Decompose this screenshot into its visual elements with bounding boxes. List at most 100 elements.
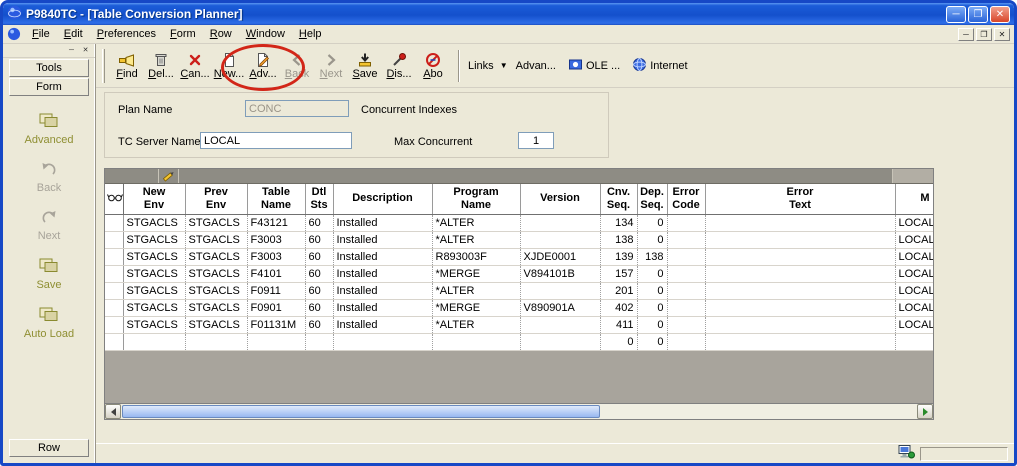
grid-cell[interactable] bbox=[305, 333, 333, 350]
grid-cell[interactable]: 0 bbox=[637, 231, 667, 248]
row-selector[interactable] bbox=[105, 214, 123, 231]
grid-cell[interactable] bbox=[705, 214, 895, 231]
grid-row[interactable]: 00 bbox=[105, 333, 933, 350]
toolbar-button-find[interactable]: Find bbox=[110, 47, 144, 85]
plan-name-field[interactable] bbox=[245, 100, 349, 117]
grid-cell[interactable]: 60 bbox=[305, 299, 333, 316]
grid-cell[interactable] bbox=[705, 231, 895, 248]
maximize-button[interactable]: ❐ bbox=[968, 6, 988, 23]
grid-cell[interactable] bbox=[667, 248, 705, 265]
grid-cell[interactable] bbox=[520, 231, 600, 248]
grid-cell[interactable]: 60 bbox=[305, 214, 333, 231]
max-concurrent-field[interactable] bbox=[518, 132, 554, 149]
grid-cell[interactable]: 0 bbox=[637, 282, 667, 299]
grid-row[interactable]: STGACLSSTGACLSF300360InstalledR893003FXJ… bbox=[105, 248, 933, 265]
grid-cell[interactable] bbox=[667, 214, 705, 231]
grid-cell[interactable]: LOCAL bbox=[895, 248, 933, 265]
link-item-advan[interactable]: Advan... bbox=[516, 60, 556, 72]
horizontal-scrollbar[interactable] bbox=[105, 403, 933, 419]
grid-cell[interactable] bbox=[705, 316, 895, 333]
menu-item-form[interactable]: Form bbox=[163, 26, 203, 42]
grid-cell[interactable]: *ALTER bbox=[432, 282, 520, 299]
grid-cell[interactable]: *ALTER bbox=[432, 214, 520, 231]
menu-item-file[interactable]: File bbox=[25, 26, 57, 42]
grid-cell[interactable]: 60 bbox=[305, 265, 333, 282]
sidebar-item-autoload[interactable]: Auto Load bbox=[24, 307, 74, 340]
grid-cell[interactable] bbox=[667, 316, 705, 333]
grid-cell[interactable]: 0 bbox=[637, 333, 667, 350]
grid-cell[interactable] bbox=[667, 265, 705, 282]
sidebar-item-advanced[interactable]: Advanced bbox=[25, 113, 74, 146]
grid-cell[interactable] bbox=[667, 333, 705, 350]
scrollbar-thumb[interactable] bbox=[122, 405, 600, 418]
row-selector[interactable] bbox=[105, 299, 123, 316]
form-button[interactable]: Form bbox=[9, 78, 89, 96]
row-button[interactable]: Row bbox=[9, 439, 89, 457]
grid-cell[interactable]: STGACLS bbox=[185, 299, 247, 316]
qbe-pencil-icon[interactable] bbox=[159, 169, 179, 183]
grid-row[interactable]: STGACLSSTGACLSF01131M60Installed*ALTER41… bbox=[105, 316, 933, 333]
grid-cell[interactable] bbox=[247, 333, 305, 350]
grid-cell[interactable]: STGACLS bbox=[185, 214, 247, 231]
grid-cell[interactable]: *MERGE bbox=[432, 299, 520, 316]
grid-cell[interactable] bbox=[705, 299, 895, 316]
row-selector[interactable] bbox=[105, 316, 123, 333]
minimize-button[interactable]: ─ bbox=[946, 6, 966, 23]
titlebar[interactable]: P9840TC - [Table Conversion Planner] ─ ❐… bbox=[3, 3, 1014, 25]
row-selector[interactable] bbox=[105, 282, 123, 299]
grid-cell[interactable]: STGACLS bbox=[123, 265, 185, 282]
grid-cell[interactable]: Installed bbox=[333, 282, 432, 299]
grid-cell[interactable]: Installed bbox=[333, 248, 432, 265]
grid-cell[interactable]: LOCAL bbox=[895, 265, 933, 282]
toolbar-button-can[interactable]: Can... bbox=[178, 47, 212, 85]
grid-cell[interactable]: *MERGE bbox=[432, 265, 520, 282]
row-selector[interactable] bbox=[105, 248, 123, 265]
grid-cell[interactable] bbox=[520, 214, 600, 231]
grid-row[interactable]: STGACLSSTGACLSF300360Installed*ALTER1380… bbox=[105, 231, 933, 248]
grid-cell[interactable]: 411 bbox=[600, 316, 637, 333]
grid-cell[interactable]: 60 bbox=[305, 231, 333, 248]
child-minimize-button[interactable]: ─ bbox=[958, 28, 974, 41]
toolbar-button-new[interactable]: New... bbox=[212, 47, 246, 85]
row-selector[interactable] bbox=[105, 231, 123, 248]
grid-cell[interactable]: Installed bbox=[333, 316, 432, 333]
grid-cell[interactable]: F0901 bbox=[247, 299, 305, 316]
grid-cell[interactable]: R893003F bbox=[432, 248, 520, 265]
toolbar-button-del[interactable]: Del... bbox=[144, 47, 178, 85]
grid-cell[interactable] bbox=[667, 299, 705, 316]
grid-cell[interactable]: STGACLS bbox=[185, 265, 247, 282]
panel-close-button[interactable]: ✕ bbox=[79, 45, 92, 56]
row-selector[interactable] bbox=[105, 265, 123, 282]
menu-item-edit[interactable]: Edit bbox=[57, 26, 90, 42]
grid-cell[interactable] bbox=[705, 282, 895, 299]
menu-item-window[interactable]: Window bbox=[239, 26, 292, 42]
grid-cell[interactable] bbox=[185, 333, 247, 350]
toolbar-button-abo[interactable]: Abo bbox=[416, 47, 450, 85]
sidebar-item-save[interactable]: Save bbox=[36, 258, 61, 291]
grid-cell[interactable]: STGACLS bbox=[185, 231, 247, 248]
grid-cell[interactable]: STGACLS bbox=[185, 282, 247, 299]
grid-cell[interactable]: STGACLS bbox=[123, 316, 185, 333]
grid-cell[interactable]: Installed bbox=[333, 214, 432, 231]
links-label[interactable]: Links bbox=[468, 60, 494, 72]
grid-cell[interactable]: F4101 bbox=[247, 265, 305, 282]
grid-cell[interactable]: LOCAL bbox=[895, 214, 933, 231]
grid-cell[interactable]: F3003 bbox=[247, 231, 305, 248]
menu-item-preferences[interactable]: Preferences bbox=[90, 26, 163, 42]
grid-cell[interactable]: 60 bbox=[305, 248, 333, 265]
grid-cell[interactable] bbox=[705, 333, 895, 350]
grid-cell[interactable] bbox=[705, 265, 895, 282]
scrollbar-track[interactable] bbox=[121, 404, 917, 419]
grid-cell[interactable] bbox=[520, 282, 600, 299]
toolbar-button-save[interactable]: Save bbox=[348, 47, 382, 85]
grid-row[interactable]: STGACLSSTGACLSF410160Installed*MERGEV894… bbox=[105, 265, 933, 282]
chevron-down-icon[interactable]: ▼ bbox=[500, 61, 508, 70]
grid-cell[interactable]: 60 bbox=[305, 316, 333, 333]
grid-cell[interactable]: *ALTER bbox=[432, 231, 520, 248]
grid-row[interactable]: STGACLSSTGACLSF4312160Installed*ALTER134… bbox=[105, 214, 933, 231]
grid-cell[interactable]: 138 bbox=[637, 248, 667, 265]
tc-server-name-field[interactable] bbox=[200, 132, 352, 149]
child-restore-button[interactable]: ❐ bbox=[976, 28, 992, 41]
grid-cell[interactable]: 0 bbox=[600, 333, 637, 350]
grid-cell[interactable]: LOCAL bbox=[895, 231, 933, 248]
